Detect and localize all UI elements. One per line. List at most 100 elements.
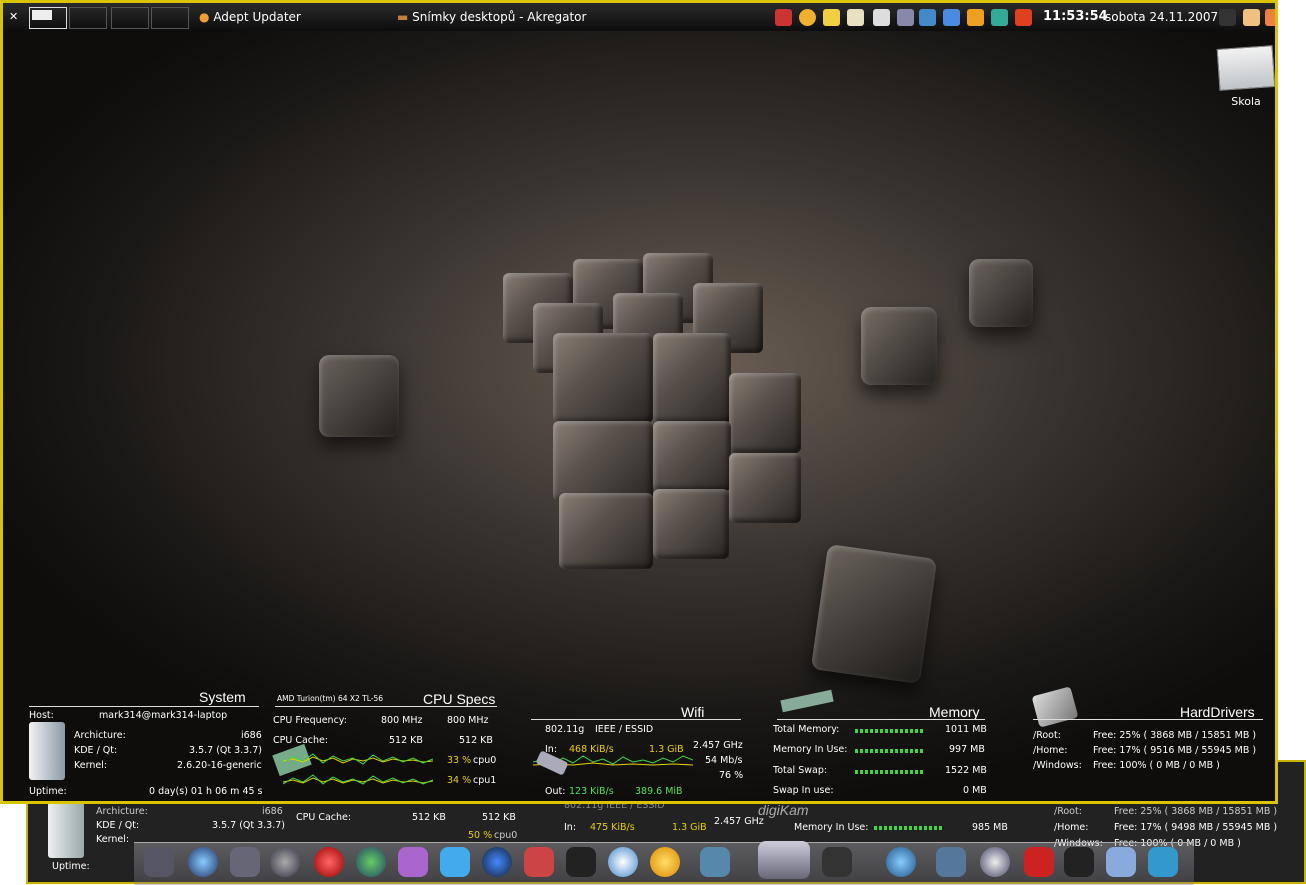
package-icon[interactable] (524, 847, 554, 877)
back-home-value: Free: 17% ( 9498 MB / 55945 MB ) (1114, 822, 1278, 833)
cpu-freq1: 800 MHz (447, 715, 489, 726)
memory-in-use-label: Memory In Use: (773, 744, 848, 755)
kmenu-icon[interactable]: ✕ (9, 3, 18, 31)
console-icon[interactable] (1064, 847, 1094, 877)
pager-desktop-1[interactable] (29, 7, 67, 29)
video-clapper-icon[interactable] (566, 847, 596, 877)
system-widget-title: System (199, 689, 246, 705)
application-dock (134, 841, 1194, 885)
digikam-camera-icon[interactable] (758, 841, 810, 879)
back-in-rate: 475 KiB/s (590, 822, 635, 833)
harddrives-widget-title: HardDrivers (1180, 704, 1255, 720)
terminal-icon[interactable] (822, 847, 852, 877)
wifi-out-rate: 123 KiB/s (569, 786, 614, 797)
back-cache1: 512 KB (482, 812, 516, 823)
back-mem-label: Memory In Use: (794, 822, 869, 833)
pager-desktop-3[interactable] (111, 7, 149, 29)
tray-icon-2[interactable] (799, 9, 816, 26)
wifi-out-label: Out: (545, 786, 566, 797)
back-arch-value: i686 (262, 806, 283, 817)
back-in-label: In: (564, 822, 577, 833)
back-digikam-title: digiKam (758, 802, 809, 818)
cpu0-label: cpu0 (473, 755, 497, 766)
swap-in-use-label: Swap In use: (773, 785, 834, 796)
cpu-freq0: 800 MHz (381, 715, 423, 726)
back-cpu0-value: 50 % (468, 830, 493, 841)
back-cache-label: CPU Cache: (296, 812, 352, 823)
cpu0-graph (283, 753, 433, 765)
desktop-icon-skola[interactable]: Skola (1213, 45, 1275, 108)
signal-strength-icon[interactable] (943, 9, 960, 26)
back-kernel-label: Kernel: (96, 834, 130, 845)
earth-icon[interactable] (482, 847, 512, 877)
tray-icon-1[interactable] (775, 9, 792, 26)
tray-icon-3[interactable] (823, 9, 840, 26)
web-browser-icon[interactable] (188, 847, 218, 877)
lock-icon[interactable] (1243, 9, 1260, 26)
tray-icon-9[interactable] (967, 9, 984, 26)
network-icon[interactable] (919, 9, 936, 26)
tray-icon-4[interactable] (847, 9, 864, 26)
system-monitor-icon[interactable] (1148, 847, 1178, 877)
kernel-value: 2.6.20-16-generic (177, 760, 262, 771)
cpu-freq-label: CPU Frequency: (273, 715, 347, 726)
akregator-icon: ▬ (397, 10, 409, 24)
graphics-icon[interactable] (398, 847, 428, 877)
wifi-standard: 802.11g (545, 724, 585, 735)
calendar-icon[interactable] (1024, 847, 1054, 877)
task-adept-updater[interactable]: ● Adept Updater (199, 3, 301, 31)
opera-icon[interactable] (314, 847, 344, 877)
total-memory-value: 1011 MB (945, 724, 987, 735)
task-akregator-label: Snímky desktopů - Akregator (412, 10, 587, 24)
cube-desktop-icon[interactable] (936, 847, 966, 877)
mail-icon[interactable] (440, 847, 470, 877)
arch-label: Archicture: (74, 730, 126, 741)
cd-player-icon[interactable] (980, 847, 1010, 877)
task-akregator[interactable]: ▬ Snímky desktopů - Akregator (397, 3, 586, 31)
clock-time[interactable]: 11:53:54 (1043, 3, 1108, 31)
kernel-label: Kernel: (74, 760, 108, 771)
swap-in-use-value: 0 MB (963, 785, 987, 796)
home-folder-icon[interactable] (144, 847, 174, 877)
word-processor-icon[interactable] (1106, 847, 1136, 877)
memory-in-use-value: 997 MB (949, 744, 985, 755)
messenger-icon[interactable] (356, 847, 386, 877)
clock-date[interactable]: sobota 24.11.2007 (1105, 3, 1218, 31)
image-viewer-icon[interactable] (700, 847, 730, 877)
wifi-quality: 76 % (719, 770, 744, 781)
settings-gear-icon[interactable] (230, 847, 260, 877)
search-icon[interactable] (886, 847, 916, 877)
tray-icon-12[interactable] (1219, 9, 1236, 26)
network-globe-icon[interactable] (270, 847, 300, 877)
logout-icon[interactable] (1265, 9, 1275, 26)
home-value: Free: 17% ( 9516 MB / 55945 MB ) (1093, 745, 1257, 756)
kde-panel: ✕ ● Adept Updater ▬ Snímky desktopů - Ak… (3, 3, 1275, 31)
tray-icon-6[interactable] (897, 9, 914, 26)
desktop-window[interactable]: ✕ ● Adept Updater ▬ Snímky desktopů - Ak… (0, 0, 1278, 804)
wifi-frequency: 2.457 GHz (693, 740, 743, 751)
tray-icon-5[interactable] (873, 9, 890, 26)
tray-icon-10[interactable] (991, 9, 1008, 26)
wallpaper-glass-cube-front (810, 543, 938, 685)
total-swap-label: Total Swap: (773, 765, 828, 776)
pager-desktop-4[interactable] (151, 7, 189, 29)
back-mem-value: 985 MB (972, 822, 1008, 833)
cpu0-usage: 33 % (447, 755, 472, 766)
cpu1-label: cpu1 (473, 775, 497, 786)
wifi-speed: 54 Mb/s (705, 755, 743, 766)
wallpaper-dark-cube-far (969, 259, 1033, 327)
host-value: mark314@mark314-laptop (99, 710, 228, 721)
disk-burner-icon[interactable] (650, 847, 680, 877)
kde-value: 3.5.7 (Qt 3.3.7) (189, 745, 262, 756)
back-kde-label: KDE / Qt: (96, 820, 140, 831)
root-value: Free: 25% ( 3868 MB / 15851 MB ) (1093, 730, 1257, 741)
cpu-cache0: 512 KB (389, 735, 423, 746)
pager-desktop-2[interactable] (69, 7, 107, 29)
cpu1-usage: 34 % (447, 775, 472, 786)
uptime-label: Uptime: (29, 786, 67, 797)
windows-value: Free: 100% ( 0 MB / 0 MB ) (1093, 760, 1220, 771)
media-player-icon[interactable] (608, 847, 638, 877)
back-arch-label: Archicture: (96, 806, 148, 817)
warning-icon[interactable] (1015, 9, 1032, 26)
adept-icon: ● (199, 10, 210, 24)
